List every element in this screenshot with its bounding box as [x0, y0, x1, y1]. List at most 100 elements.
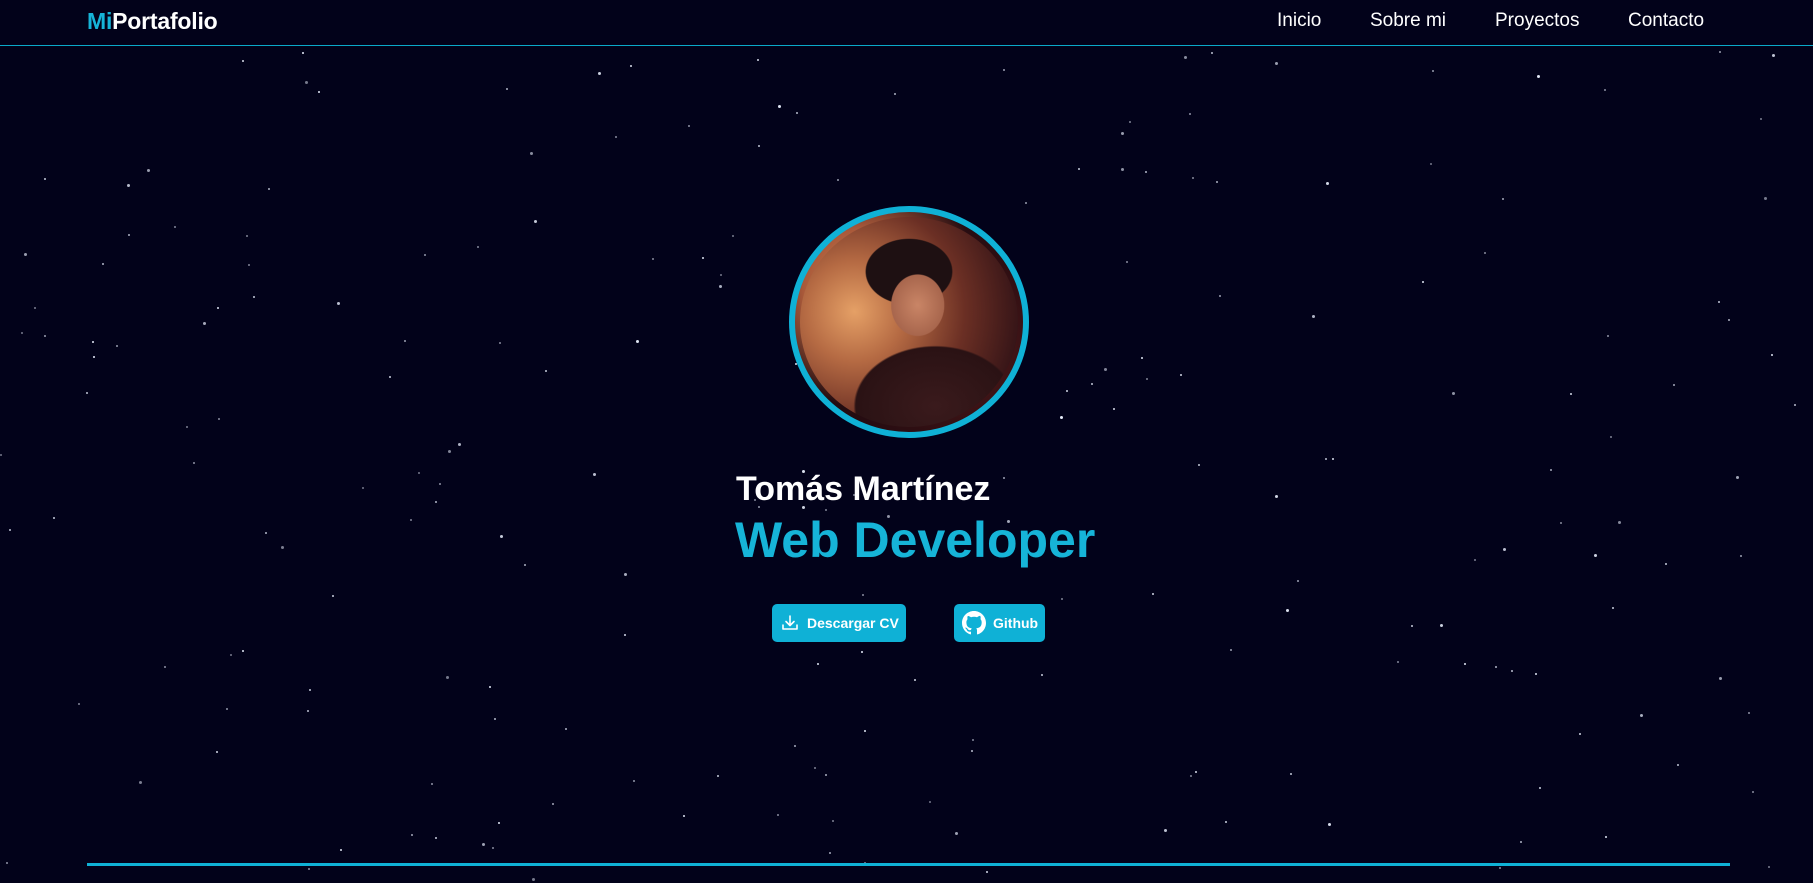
nav-link-inicio[interactable]: Inicio — [1277, 10, 1321, 32]
star-dot — [248, 264, 250, 266]
star-dot — [1594, 554, 1597, 557]
star-dot — [633, 780, 635, 782]
star-dot — [1537, 75, 1540, 78]
star-dot — [498, 822, 500, 824]
star-dot — [139, 781, 142, 784]
star-dot — [1041, 674, 1043, 676]
star-dot — [494, 718, 496, 720]
star-dot — [44, 178, 46, 180]
star-dot — [174, 226, 176, 228]
star-dot — [1464, 663, 1466, 665]
star-dot — [1164, 829, 1167, 832]
profile-name: Tomás Martínez — [736, 470, 991, 508]
star-dot — [1618, 521, 1621, 524]
star-dot — [1430, 163, 1432, 165]
star-dot — [837, 179, 839, 181]
github-button[interactable]: Github — [954, 604, 1045, 642]
star-dot — [305, 81, 308, 84]
star-dot — [78, 703, 80, 705]
star-dot — [1091, 383, 1093, 385]
star-dot — [971, 750, 973, 752]
star-dot — [778, 105, 781, 108]
nav-link-contacto[interactable]: Contacto — [1628, 10, 1704, 32]
star-dot — [1152, 593, 1154, 595]
star-dot — [1452, 392, 1455, 395]
nav-link-proyectos[interactable]: Proyectos — [1495, 10, 1579, 32]
star-dot — [683, 815, 685, 817]
star-dot — [102, 263, 104, 265]
nav-link-sobre-mi[interactable]: Sobre mi — [1370, 10, 1446, 32]
star-dot — [825, 774, 827, 776]
star-dot — [1061, 598, 1063, 600]
star-dot — [93, 356, 95, 358]
star-dot — [389, 376, 391, 378]
star-dot — [1312, 315, 1315, 318]
star-dot — [1610, 436, 1612, 438]
star-dot — [702, 257, 704, 259]
star-dot — [598, 72, 601, 75]
star-dot — [218, 418, 220, 420]
star-dot — [861, 651, 863, 653]
star-dot — [411, 834, 413, 836]
star-dot — [128, 234, 130, 236]
star-dot — [492, 847, 494, 849]
star-dot — [1503, 548, 1506, 551]
star-dot — [1145, 171, 1147, 173]
star-dot — [506, 88, 508, 90]
download-icon — [782, 615, 798, 630]
star-dot — [203, 322, 206, 325]
star-dot — [1440, 624, 1443, 627]
star-dot — [404, 340, 406, 342]
star-dot — [1190, 775, 1192, 777]
star-dot — [777, 814, 779, 816]
star-dot — [92, 341, 94, 343]
star-dot — [986, 871, 988, 873]
star-dot — [1275, 62, 1278, 65]
star-dot — [1719, 51, 1721, 53]
star-dot — [1066, 390, 1068, 392]
star-dot — [1060, 416, 1063, 419]
star-dot — [688, 125, 690, 127]
star-dot — [758, 145, 760, 147]
star-dot — [24, 253, 27, 256]
star-dot — [652, 258, 654, 260]
star-dot — [1198, 464, 1200, 466]
star-dot — [552, 803, 554, 805]
star-dot — [817, 663, 819, 665]
star-dot — [230, 654, 232, 656]
star-dot — [530, 152, 533, 155]
star-dot — [1539, 787, 1541, 789]
star-dot — [1219, 295, 1221, 297]
star-dot — [53, 517, 55, 519]
star-dot — [340, 849, 342, 851]
download-cv-button[interactable]: Descargar CV — [772, 604, 906, 642]
star-dot — [1104, 368, 1107, 371]
profile-role: Web Developer — [735, 512, 1096, 568]
star-dot — [1275, 495, 1278, 498]
star-dot — [1768, 866, 1770, 868]
star-dot — [814, 767, 816, 769]
star-dot — [482, 843, 485, 846]
star-dot — [337, 302, 340, 305]
star-dot — [1502, 198, 1504, 200]
star-dot — [253, 296, 255, 298]
download-cv-label: Descargar CV — [807, 615, 899, 631]
star-dot — [302, 52, 304, 54]
star-dot — [1607, 335, 1609, 337]
star-dot — [21, 332, 23, 334]
star-dot — [308, 868, 310, 870]
star-dot — [458, 443, 461, 446]
star-dot — [832, 820, 834, 822]
github-label: Github — [993, 615, 1039, 631]
star-dot — [1760, 118, 1762, 120]
star-dot — [532, 878, 535, 881]
star-dot — [217, 307, 219, 309]
star-dot — [127, 184, 130, 187]
github-icon — [962, 611, 986, 635]
star-dot — [1474, 559, 1476, 561]
star-dot — [1230, 649, 1232, 651]
star-dot — [1719, 677, 1722, 680]
star-dot — [1432, 70, 1434, 72]
star-dot — [1078, 168, 1080, 170]
star-dot — [565, 728, 567, 730]
